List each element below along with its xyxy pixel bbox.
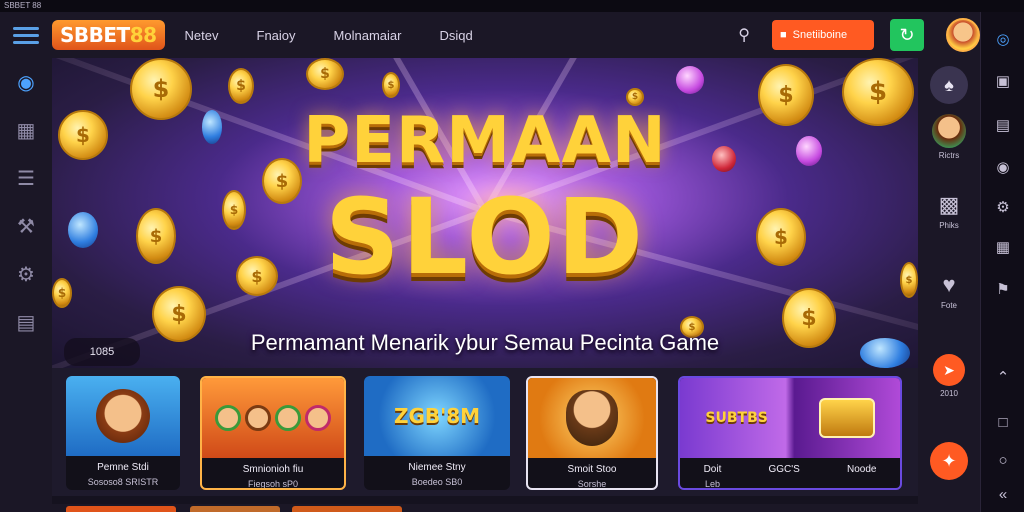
logo-prefix: S — [60, 23, 74, 47]
game-card-subtitle: Boedeo SB0 — [411, 477, 463, 487]
location-icon[interactable]: ◉ — [981, 158, 1024, 176]
game-card-art: ZGB'8M — [364, 376, 510, 456]
tools-icon[interactable]: ⚒ — [0, 202, 52, 250]
flag-icon[interactable]: ⚑ — [981, 280, 1024, 298]
support-icon: ✦ — [930, 442, 968, 480]
left-sidebar: ◉ ▦ ☰ ⚒ ⚙ ▤ — [0, 58, 52, 512]
user-avatar[interactable] — [946, 18, 980, 52]
main-nav-links: Netev Fnaioy Molnamaiar Dsiqd — [185, 28, 511, 43]
game-card-art — [528, 378, 656, 458]
chart-icon[interactable]: ▤ — [981, 116, 1024, 134]
nav-link-2[interactable]: Fnaioy — [257, 28, 296, 43]
right-panel-label: Rictrs — [938, 151, 960, 160]
game-card-title: Pemne Stdi — [97, 462, 149, 473]
chat-icon[interactable]: ○ — [981, 452, 1024, 469]
nav-link-4[interactable]: Dsiqd — [439, 28, 472, 43]
right-panel-label: Fote — [940, 301, 957, 310]
search-icon[interactable]: ⚲ — [738, 25, 750, 45]
logo-name: BBET — [73, 23, 130, 47]
arrow-right-icon: ➤ — [933, 354, 965, 386]
right-panel-label: 2010 — [940, 389, 958, 398]
coin-decoration: $ — [306, 58, 344, 90]
logo-number: 88 — [129, 23, 157, 47]
right-panel-item[interactable]: ➤ 2010 — [918, 354, 980, 398]
promo-button[interactable]: ■ Snetiiboine — [772, 20, 874, 50]
top-navigation: S BBET 88 Netev Fnaioy Molnamaiar Dsiqd ⚲ … — [0, 12, 980, 58]
game-card[interactable]: Smnionioh fiu Fiegsoh sP0 — [200, 376, 346, 490]
purple-gem-decoration — [676, 66, 704, 94]
game-card-art — [202, 378, 344, 458]
right-panel-item[interactable]: ▩ Phiks — [918, 192, 980, 230]
spade-icon: ♠ — [930, 66, 968, 104]
game-card-art: SUBTBS — [680, 378, 900, 458]
compass-icon[interactable]: ◎ — [981, 30, 1024, 48]
document-icon[interactable]: ▦ — [0, 106, 52, 154]
list-icon[interactable]: ☰ — [0, 154, 52, 202]
refresh-icon: ↻ — [899, 24, 915, 45]
game-card-title: Doit — [703, 464, 722, 475]
game-card-title: Smnionioh fiu — [242, 464, 304, 475]
hamburger-menu-icon[interactable] — [0, 12, 52, 58]
nav-link-3[interactable]: Molnamaiar — [334, 28, 402, 43]
square-icon[interactable]: □ — [981, 414, 1024, 431]
double-chevron-icon[interactable]: « — [981, 486, 1024, 503]
right-panel-item[interactable]: ✦ — [918, 442, 980, 480]
right-panel-item[interactable]: ♠ — [918, 66, 980, 107]
hero-banner[interactable]: $ $ $ $ $ $ $ $ $ $ $ $ $ $ $ $ $ $ PERM… — [52, 58, 918, 368]
game-card-row: Pemne Stdi Sososo8 SRISTR Smnionioh fiu … — [52, 368, 918, 496]
coin-decoration: $ — [228, 68, 254, 104]
site-logo[interactable]: S BBET 88 — [52, 20, 165, 50]
game-card-subtitle: Sorshe — [577, 479, 607, 489]
hero-subtitle: Permamant Menarik ybur Semau Pecinta Gam… — [250, 330, 720, 355]
game-card-title: GGC'S — [768, 464, 800, 475]
game-card-title: Noode — [846, 464, 877, 475]
hero-title-line-1: PERMAAN — [303, 104, 667, 178]
game-card-art — [66, 376, 180, 456]
game-card[interactable]: Pemne Stdi Sososo8 SRISTR — [66, 376, 180, 490]
apps-icon[interactable]: ▦ — [981, 238, 1024, 256]
gift-icon: ▩ — [938, 192, 960, 217]
refresh-button[interactable]: ↻ — [890, 19, 924, 51]
hero-corner-badge: 1085 — [64, 338, 140, 366]
settings-icon[interactable]: ⚙ — [0, 250, 52, 298]
game-card-art-text: SUBTBS — [705, 410, 768, 426]
right-panel-label: Phiks — [939, 221, 959, 230]
right-panel: ♠ Rictrs ▩ Phiks ♥ Fote ➤ 2010 ✦ — [918, 58, 980, 512]
game-card[interactable]: ZGB'8M Niemee Stny Boedeo SB0 — [364, 376, 510, 490]
settings-icon[interactable]: ⚙ — [981, 198, 1024, 216]
game-card-subtitle: Sososo8 SRISTR — [87, 477, 159, 487]
player-avatar — [932, 114, 966, 148]
chevron-up-icon[interactable]: ⌃ — [981, 368, 1024, 386]
coin-decoration: $ — [382, 72, 400, 98]
nav-link-1[interactable]: Netev — [185, 28, 219, 43]
window-title-bar: SBBET 88 — [0, 0, 1024, 12]
game-card-double[interactable]: SUBTBS Doit Leb GGC'S Noode — [678, 376, 902, 490]
window-title: SBBET 88 — [4, 1, 42, 10]
heart-icon: ♥ — [942, 272, 956, 297]
promo-label: Snetiiboine — [792, 29, 848, 41]
home-icon[interactable]: ◉ — [0, 58, 52, 106]
bell-icon: ■ — [780, 29, 787, 41]
right-panel-item[interactable]: Rictrs — [918, 114, 980, 160]
right-panel-item[interactable]: ♥ Fote — [918, 272, 980, 310]
window-icon[interactable]: ▣ — [981, 72, 1024, 90]
game-card-subtitle: Fiegsoh sP0 — [247, 479, 299, 489]
system-sidebar: ◎ ▣ ▤ ◉ ⚙ ▦ ⚑ ⌃ □ ○ « — [980, 12, 1024, 512]
game-card[interactable]: Smoit Stoo Sorshe — [526, 376, 658, 490]
stack-icon[interactable]: ▤ — [0, 298, 52, 346]
game-card-subtitle: Leb — [704, 479, 720, 489]
game-card-title: Smoit Stoo — [567, 464, 617, 475]
game-card-title: Niemee Stny — [408, 462, 466, 473]
next-row-preview — [52, 504, 918, 512]
hero-title-line-2: SLOD — [324, 176, 646, 298]
